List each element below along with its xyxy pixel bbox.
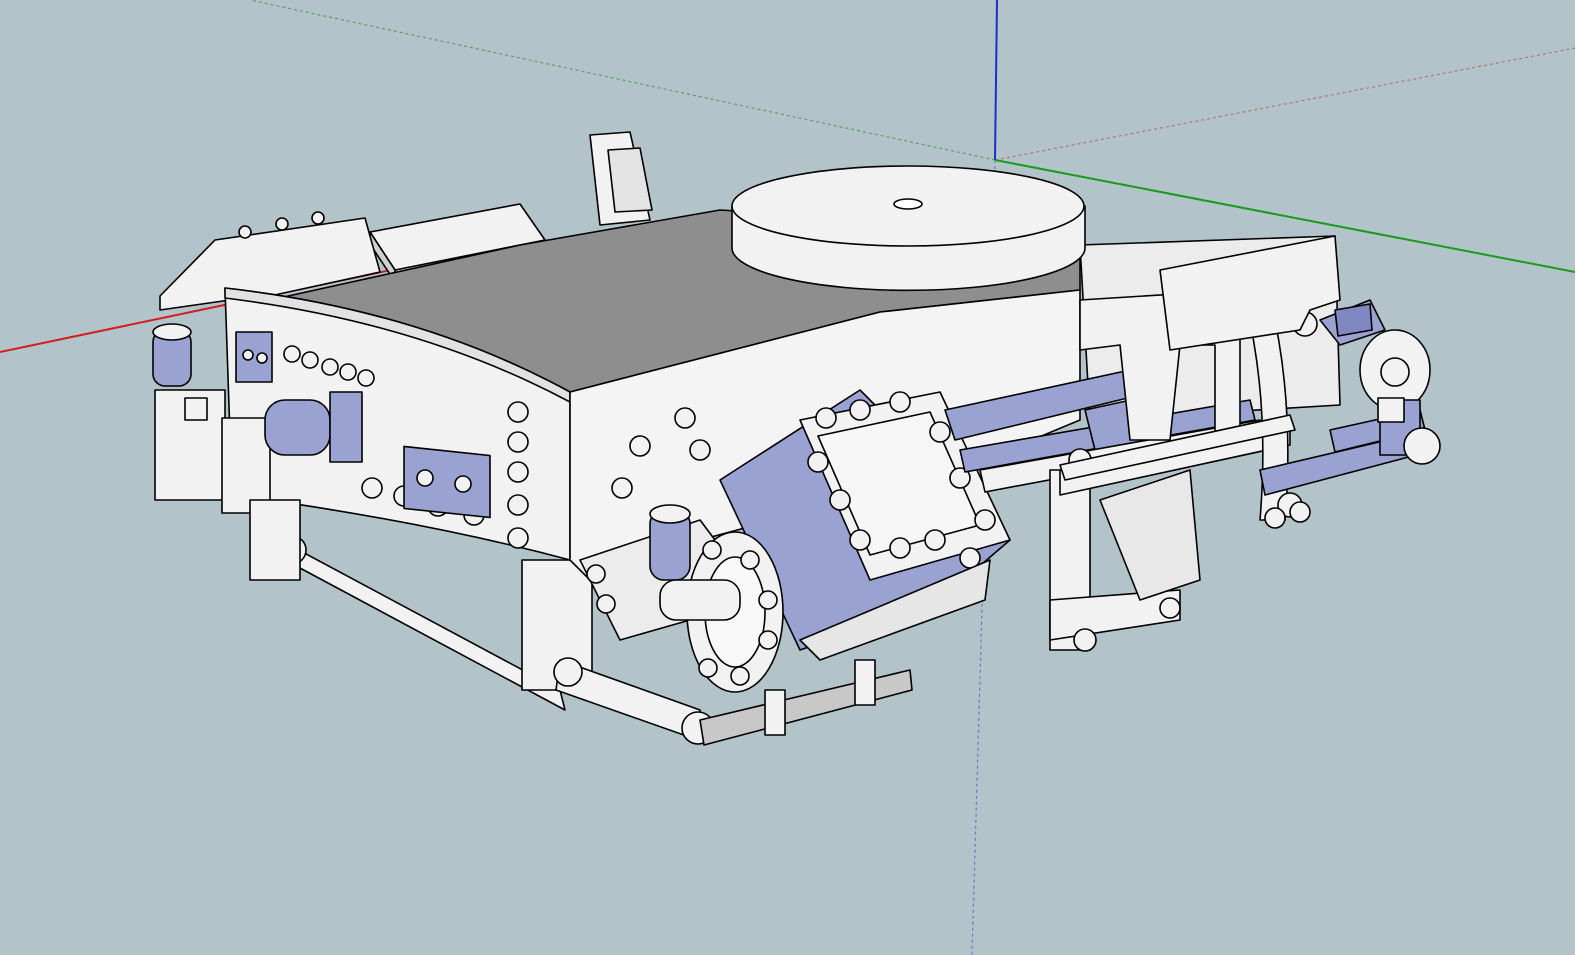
locomotive-chassis-model[interactable] [152,131,1441,746]
rear-crank-pin [1380,357,1410,387]
rear-bolt [1264,507,1286,529]
motion-bolt [1159,597,1181,619]
rear-bracket-bolt [311,211,325,225]
side-plate-hole [242,349,254,361]
upright-bracket-face [607,147,653,213]
coupling-plate-hole [454,475,472,493]
step-bracket [854,659,876,706]
motion-frame-brace [1099,469,1201,601]
rear-bracket-bolt [275,217,289,231]
rear-bracket-bolt [238,225,252,239]
3d-scene[interactable] [0,0,1575,955]
turntable-pivot [893,198,923,210]
step-bracket [764,689,786,736]
coupling-plate [403,445,491,519]
air-hose-left-cap [152,323,192,341]
blue-axis [994,0,998,161]
side-plate-hole [256,352,268,364]
coupling-plate-hole [416,469,434,487]
rear-buffer-cap [1377,397,1405,423]
motion-bolt [1073,628,1097,652]
red-axis-dashed [994,47,1575,161]
air-hose-front-cap [649,504,691,524]
left-buffer-block [221,417,271,514]
rear-bolt [1289,501,1311,523]
rear-arm-block [1334,303,1373,337]
air-hose-elbow [659,579,741,621]
left-buffer-shaft [264,399,331,456]
modeling-viewport[interactable] [0,0,1575,955]
left-buffer-head [329,391,363,463]
left-buffer-slot [184,397,208,421]
rear-buffer-end [1403,427,1441,465]
